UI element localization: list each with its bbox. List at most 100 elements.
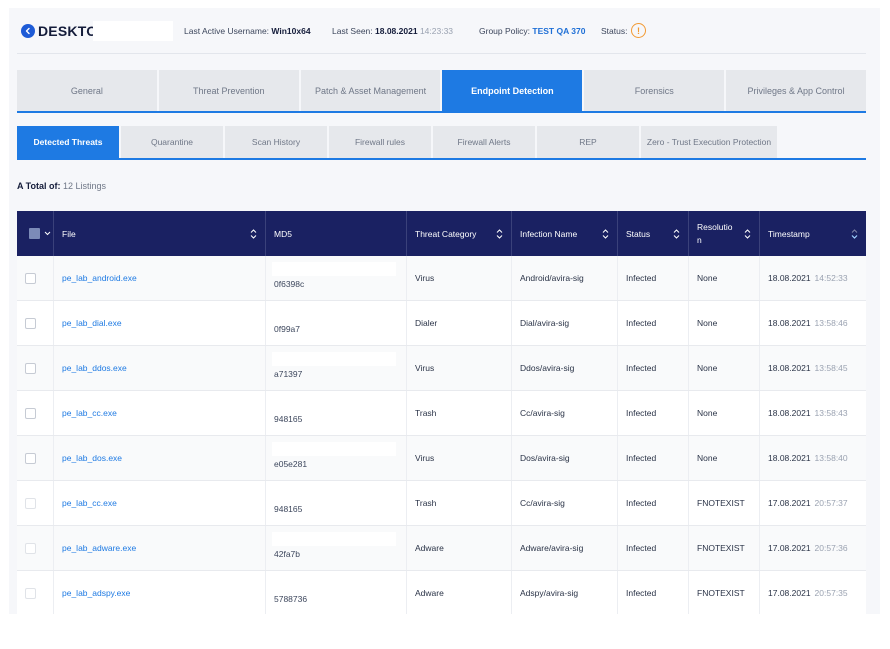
last-seen-date: 18.08.2021 bbox=[375, 26, 418, 36]
md5-cell: 0f99a7 bbox=[266, 301, 407, 345]
timestamp-time: 14:52:33 bbox=[814, 273, 848, 283]
timestamp-date: 18.08.2021 bbox=[768, 318, 811, 328]
md5-redaction bbox=[272, 352, 396, 366]
sort-icon[interactable] bbox=[744, 228, 751, 239]
status-cell: Infected bbox=[618, 391, 689, 435]
table-row[interactable]: pe_lab_ddos.exe a71397 Virus Ddos/avira-sig… bbox=[17, 346, 866, 391]
subtab-quarantine[interactable]: Quarantine bbox=[121, 126, 223, 158]
file-link[interactable]: pe_lab_adware.exe bbox=[62, 543, 136, 553]
warning-icon[interactable]: ! bbox=[631, 23, 646, 38]
tab-endpoint-detection[interactable]: Endpoint Detection bbox=[442, 70, 583, 111]
file-cell: pe_lab_cc.exe bbox=[54, 391, 266, 435]
threat-category-cell: Adware bbox=[407, 571, 512, 614]
tab-forensics[interactable]: Forensics bbox=[584, 70, 725, 111]
status-cell: Infected bbox=[618, 301, 689, 345]
last-seen-time: 14:23:33 bbox=[419, 26, 454, 36]
row-checkbox[interactable] bbox=[25, 407, 36, 419]
subtab-scan-history[interactable]: Scan History bbox=[225, 126, 327, 158]
column-header-label: Status bbox=[626, 228, 651, 239]
tab-patch-asset-management[interactable]: Patch & Asset Management bbox=[300, 70, 441, 111]
subtab-detected-threats[interactable]: Detected Threats bbox=[17, 126, 119, 158]
resolution-cell: FNOTEXIST bbox=[689, 571, 760, 614]
main-tabs: General Threat Prevention Patch & Asset … bbox=[17, 70, 866, 111]
column-header-threat-category[interactable]: Threat Category bbox=[407, 211, 512, 256]
sort-icon[interactable] bbox=[250, 228, 257, 239]
subtab-rep[interactable]: REP bbox=[537, 126, 639, 158]
threat-category-cell: Trash bbox=[407, 391, 512, 435]
listing-total: A Total of: 12 Listings bbox=[17, 181, 106, 191]
table-row[interactable]: pe_lab_adware.exe 42fa7b Adware Adware/avir… bbox=[17, 526, 866, 571]
table-row[interactable]: pe_lab_dial.exe 0f99a7 Dialer Dial/avira-si… bbox=[17, 301, 866, 346]
subtab-zero-trust[interactable]: Zero - Trust Execution Protection bbox=[641, 126, 777, 158]
md5-value: 948165 bbox=[274, 414, 303, 424]
column-header-resolution[interactable]: Resolution bbox=[689, 211, 760, 256]
table-row[interactable]: pe_lab_dos.exe e05e281 Virus Dos/avira-sig I… bbox=[17, 436, 866, 481]
timestamp-cell: 18.08.2021 13:58:43 bbox=[760, 391, 866, 435]
last-active-username: Last Active Username: Win10x64 bbox=[184, 26, 311, 36]
infection-name-cell: Cc/avira-sig bbox=[512, 391, 618, 435]
group-policy-link[interactable]: TEST QA 370 bbox=[532, 26, 585, 36]
row-checkbox[interactable] bbox=[25, 362, 36, 374]
row-checkbox[interactable] bbox=[25, 542, 36, 554]
tab-threat-prevention[interactable]: Threat Prevention bbox=[158, 70, 299, 111]
last-seen-label: Last Seen: bbox=[332, 26, 373, 36]
table-body: pe_lab_android.exe 0f6398c Virus Android/av… bbox=[17, 256, 866, 614]
sort-icon[interactable] bbox=[602, 228, 609, 239]
main-tabs-underline bbox=[17, 111, 866, 113]
file-link[interactable]: pe_lab_cc.exe bbox=[62, 498, 117, 508]
column-header-label: Threat Category bbox=[415, 228, 477, 239]
resolution-cell: None bbox=[689, 391, 760, 435]
sort-icon[interactable] bbox=[673, 228, 680, 239]
status-cell: Infected bbox=[618, 256, 689, 300]
column-header-status[interactable]: Status bbox=[618, 211, 689, 256]
file-link[interactable]: pe_lab_dial.exe bbox=[62, 318, 122, 328]
column-header-timestamp[interactable]: Timestamp bbox=[760, 211, 866, 256]
select-all-checkbox[interactable] bbox=[29, 228, 40, 239]
file-cell: pe_lab_cc.exe bbox=[54, 481, 266, 525]
column-header-md5[interactable]: MD5 bbox=[266, 211, 407, 256]
column-header-label: Resolution bbox=[697, 221, 733, 245]
column-header-file[interactable]: File bbox=[54, 211, 266, 256]
file-link[interactable]: pe_lab_android.exe bbox=[62, 273, 137, 283]
threat-category-cell: Dialer bbox=[407, 301, 512, 345]
md5-value: 5788736 bbox=[274, 594, 308, 604]
md5-redaction bbox=[272, 442, 396, 456]
row-select-cell bbox=[17, 301, 54, 345]
md5-cell: 948165 bbox=[266, 481, 407, 525]
timestamp-time: 20:57:35 bbox=[814, 588, 848, 598]
status-cell: Infected bbox=[618, 436, 689, 480]
tab-general[interactable]: General bbox=[17, 70, 157, 111]
sort-icon[interactable] bbox=[851, 228, 858, 239]
row-select-cell bbox=[17, 481, 54, 525]
resolution-cell: None bbox=[689, 346, 760, 390]
infection-name-cell: Cc/avira-sig bbox=[512, 481, 618, 525]
column-header-label: File bbox=[62, 228, 76, 239]
file-link[interactable]: pe_lab_cc.exe bbox=[62, 408, 117, 418]
infection-name-cell: Ddos/avira-sig bbox=[512, 346, 618, 390]
table-row[interactable]: pe_lab_adspy.exe 5788736 Adware Adspy/avira… bbox=[17, 571, 866, 614]
row-checkbox[interactable] bbox=[25, 497, 36, 509]
sort-icon[interactable] bbox=[496, 228, 503, 239]
timestamp-cell: 17.08.2021 20:57:36 bbox=[760, 526, 866, 570]
infection-name-cell: Adspy/avira-sig bbox=[512, 571, 618, 614]
row-checkbox[interactable] bbox=[25, 317, 36, 329]
file-link[interactable]: pe_lab_ddos.exe bbox=[62, 363, 127, 373]
row-checkbox[interactable] bbox=[25, 272, 36, 284]
tab-privileges-app-control[interactable]: Privileges & App Control bbox=[726, 70, 866, 111]
hostname-redaction bbox=[93, 21, 173, 41]
row-checkbox[interactable] bbox=[25, 587, 36, 599]
table-row[interactable]: pe_lab_android.exe 0f6398c Virus Android/av… bbox=[17, 256, 866, 301]
subtab-firewall-alerts[interactable]: Firewall Alerts bbox=[433, 126, 535, 158]
file-link[interactable]: pe_lab_dos.exe bbox=[62, 453, 122, 463]
table-row[interactable]: pe_lab_cc.exe 948165 Trash Cc/avira-sig Infe… bbox=[17, 481, 866, 526]
table-row[interactable]: pe_lab_cc.exe 948165 Trash Cc/avira-sig Infe… bbox=[17, 391, 866, 436]
md5-value: e05e281 bbox=[274, 459, 308, 469]
total-label: A Total of: bbox=[17, 181, 61, 191]
column-header-infection-name[interactable]: Infection Name bbox=[512, 211, 618, 256]
row-checkbox[interactable] bbox=[25, 452, 36, 464]
group-policy-label: Group Policy: bbox=[479, 26, 531, 36]
subtab-firewall-rules[interactable]: Firewall rules bbox=[329, 126, 431, 158]
file-link[interactable]: pe_lab_adspy.exe bbox=[62, 588, 130, 598]
chevron-down-icon[interactable] bbox=[44, 231, 51, 236]
back-button[interactable] bbox=[21, 24, 35, 38]
